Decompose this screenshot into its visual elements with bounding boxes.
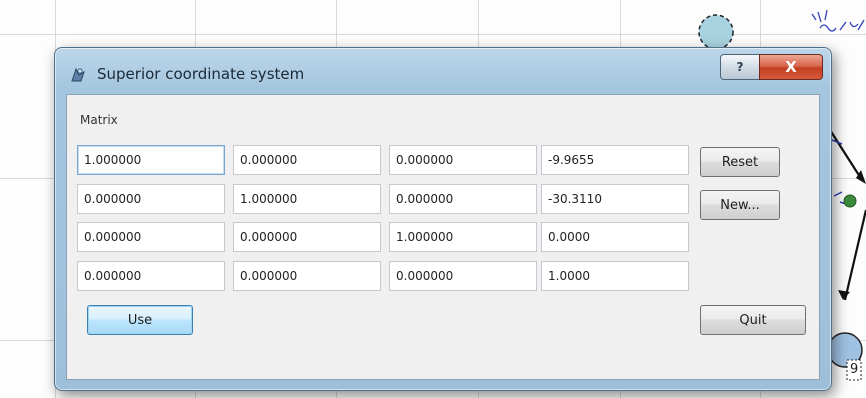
canvas-node-top (698, 14, 734, 50)
matrix-cell-r4-c1[interactable] (77, 261, 225, 291)
matrix-cell-r1-c3[interactable] (389, 145, 537, 175)
new-button[interactable]: New... (700, 190, 780, 220)
matrix-cell-r3-c1[interactable] (77, 222, 225, 252)
arrow-head-icon (838, 290, 850, 300)
matrix-cell-r4-c4[interactable] (541, 261, 689, 291)
matrix-cell-r2-c1[interactable] (77, 184, 225, 214)
window-title: Superior coordinate system (97, 65, 305, 83)
matrix-cell-r2-c4[interactable] (541, 184, 689, 214)
canvas-node-small (843, 194, 857, 208)
help-icon: ? (736, 60, 744, 74)
matrix-cell-r1-c2[interactable] (233, 145, 381, 175)
app-icon (71, 67, 85, 82)
quit-button[interactable]: Quit (700, 305, 806, 335)
reset-button[interactable]: Reset (700, 147, 780, 177)
matrix-cell-r1-c1[interactable] (77, 145, 225, 175)
close-button[interactable]: X (759, 54, 823, 80)
matrix-cell-r1-c4[interactable] (541, 145, 689, 175)
matrix-label: Matrix (80, 113, 118, 127)
help-button[interactable]: ? (720, 54, 759, 80)
use-button[interactable]: Use (87, 305, 193, 335)
dialog-window: Superior coordinate system ? X Matrix 1.… (54, 47, 832, 391)
close-icon: X (785, 58, 797, 76)
matrix-cell-r3-c4[interactable] (541, 222, 689, 252)
matrix-cell-r3-c2[interactable] (233, 222, 381, 252)
matrix-cell-r2-c3[interactable] (389, 184, 537, 214)
dialog-client-area: Matrix Reset New... Use Quit (66, 94, 820, 380)
matrix-cell-r3-c3[interactable] (389, 222, 537, 252)
matrix-cell-r2-c2[interactable] (233, 184, 381, 214)
canvas-handwriting (811, 9, 865, 32)
canvas-handwriting (831, 139, 847, 205)
canvas-node-label: 9 (850, 362, 859, 377)
matrix-cell-r4-c2[interactable] (233, 261, 381, 291)
title-bar-buttons: ? X (720, 54, 823, 80)
matrix-cell-r4-c3[interactable] (389, 261, 537, 291)
title-bar[interactable]: Superior coordinate system ? X (55, 48, 831, 94)
connector-line (843, 209, 866, 301)
connector-line (829, 129, 863, 181)
